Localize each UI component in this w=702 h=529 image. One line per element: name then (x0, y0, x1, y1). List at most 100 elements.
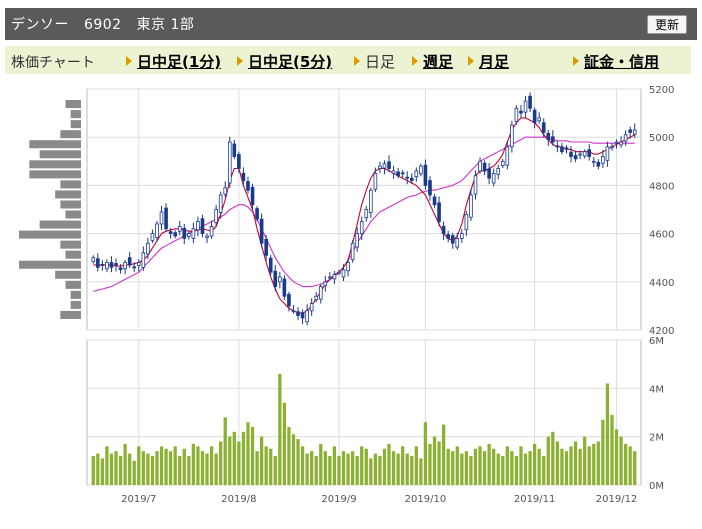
candle-body (246, 181, 250, 191)
volume-profile-bar (70, 290, 81, 299)
candle-body (387, 161, 391, 169)
candle-body (218, 194, 223, 213)
candle-body (136, 262, 141, 266)
candle-body (582, 151, 587, 157)
volume-bar (633, 451, 637, 485)
candle-body (268, 257, 273, 273)
volume-bar (478, 446, 482, 485)
candle-body (332, 274, 337, 280)
candle-body (569, 151, 573, 157)
volume-profile-bar (60, 240, 81, 249)
candle-body (469, 194, 473, 218)
volume-bar (578, 448, 582, 485)
volume-bar (542, 456, 546, 485)
volume-bar (419, 458, 423, 485)
candle-body (369, 189, 373, 213)
volume-bar (601, 419, 605, 485)
volume-bar (168, 451, 173, 485)
candle-body (259, 218, 264, 244)
candle-body (159, 211, 164, 225)
candle-body (450, 235, 455, 244)
candle-body (546, 132, 551, 141)
candle-body (118, 267, 123, 271)
volume-profile-bar (60, 180, 81, 189)
volume-bar (505, 446, 509, 485)
x-tick-label: 2019/12 (596, 494, 638, 505)
volume-bar (300, 446, 305, 485)
candle-body (587, 149, 592, 157)
candle-body (164, 207, 168, 230)
candle-body (191, 228, 196, 239)
volume-bar (137, 446, 141, 485)
volume-bar (264, 446, 268, 485)
candle-body (596, 161, 601, 167)
volume-bar (278, 373, 282, 485)
candle-body (541, 122, 546, 133)
volume-profile-bar (39, 220, 81, 229)
candle-body (305, 310, 309, 323)
volume-bar (269, 448, 273, 485)
candle-body (491, 172, 496, 184)
candle-body (323, 281, 328, 287)
volume-profile-bar (65, 100, 81, 109)
volume-bar (492, 448, 496, 485)
volume-profile-bar (19, 260, 81, 269)
candle-body (573, 155, 578, 160)
candle-body (232, 143, 237, 157)
candle-body (123, 262, 127, 270)
volume-bar (159, 446, 164, 485)
volume-bar (364, 448, 368, 485)
volume-bar (464, 451, 469, 485)
volume-bar (583, 436, 587, 485)
candle-body (632, 129, 637, 135)
volume-bar (259, 436, 264, 485)
candle-body (105, 262, 109, 270)
volume-bar (178, 456, 182, 485)
volume-bar (332, 446, 337, 485)
volume-profile-bar (65, 280, 81, 289)
volume-bar (437, 441, 441, 485)
candle-body (500, 160, 505, 167)
volume-tick-label: 0M (649, 481, 664, 492)
volume-bar (232, 431, 236, 485)
volume-bar (373, 453, 378, 485)
volume-bar (305, 453, 309, 485)
volume-bar (560, 448, 564, 485)
volume-bar (378, 456, 382, 485)
candle-body (601, 156, 605, 164)
x-tick-label: 2019/7 (121, 494, 156, 505)
candle-body (505, 146, 510, 166)
candle-body (328, 276, 332, 279)
candle-body (241, 172, 246, 181)
x-tick-label: 2019/10 (405, 494, 447, 505)
candle-body (619, 141, 623, 146)
candle-body (337, 271, 341, 274)
candle-body (273, 270, 278, 288)
volume-bar (109, 453, 114, 485)
volume-profile-bar (65, 250, 81, 259)
volume-bar (150, 456, 155, 485)
candle-body (537, 117, 541, 122)
volume-bar (496, 453, 500, 485)
volume-bar (623, 443, 628, 485)
volume-bar (346, 453, 350, 485)
volume-bar (114, 451, 118, 485)
volume-bar (310, 451, 314, 485)
volume-bar (619, 436, 623, 485)
volume-bar (323, 451, 327, 485)
volume-bar (219, 441, 223, 485)
volume-bar (555, 441, 560, 485)
candle-body (96, 258, 100, 268)
candle-body (141, 252, 146, 268)
candle-body (464, 213, 469, 231)
x-tick-label: 2019/8 (221, 494, 256, 505)
volume-bar (387, 443, 391, 485)
volume-bar (487, 443, 491, 485)
volume-bar (469, 456, 473, 485)
volume-bar (628, 446, 632, 485)
candle-body (173, 232, 177, 237)
volume-profile (19, 100, 81, 319)
volume-bar (610, 414, 614, 485)
volume-bar (537, 448, 541, 485)
volume-bar (350, 451, 355, 485)
